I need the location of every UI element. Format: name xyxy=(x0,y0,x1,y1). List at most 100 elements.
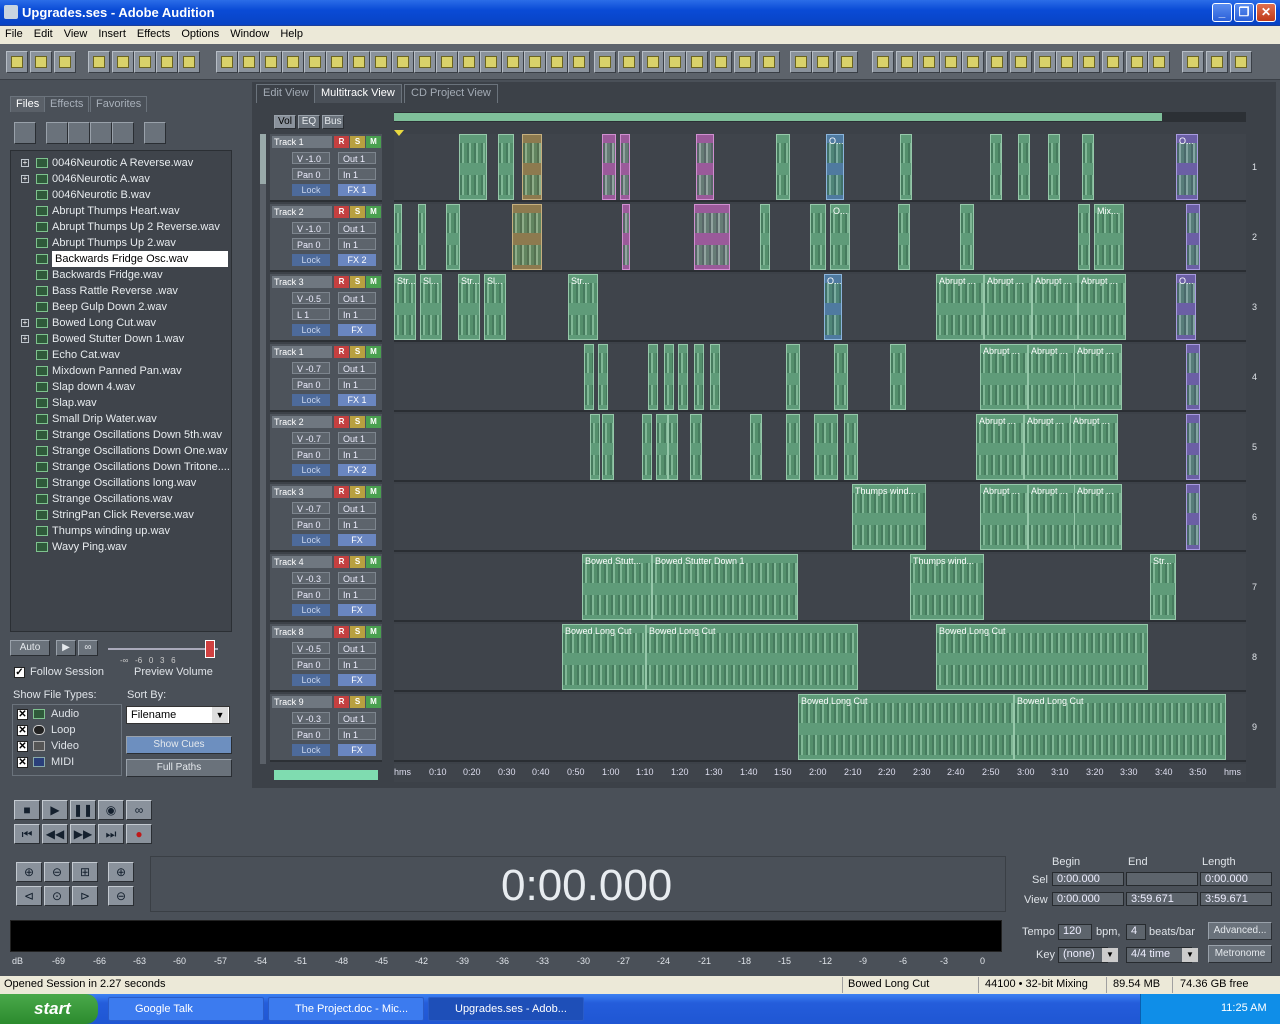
toolbar-button-icon[interactable] xyxy=(642,51,664,73)
horizontal-scroll[interactable] xyxy=(274,770,378,780)
pan-field[interactable]: Pan 0 xyxy=(292,168,330,180)
toolbar-button-icon[interactable] xyxy=(436,51,458,73)
lock-button[interactable]: Lock xyxy=(292,604,330,616)
audio-clip[interactable] xyxy=(522,134,542,200)
toolbar-button-icon[interactable] xyxy=(370,51,392,73)
audio-clip[interactable] xyxy=(786,344,800,410)
output-field[interactable]: Out 1 xyxy=(338,712,376,724)
audio-clip[interactable] xyxy=(602,134,616,200)
view-end-field[interactable]: 3:59.671 xyxy=(1126,892,1198,906)
toolbar-button-icon[interactable] xyxy=(594,51,616,73)
output-field[interactable]: Out 1 xyxy=(338,152,376,164)
toolbar-button-icon[interactable] xyxy=(710,51,732,73)
toolbar-button-icon[interactable] xyxy=(872,51,894,73)
output-field[interactable]: Out 1 xyxy=(338,222,376,234)
toolbar-button-icon[interactable] xyxy=(216,51,238,73)
audio-clip[interactable]: Abrupt ... xyxy=(1028,344,1076,410)
toolbar-button-icon[interactable] xyxy=(734,51,756,73)
list-item[interactable]: Strange Oscillations.wav xyxy=(11,491,231,507)
audio-clip[interactable]: Mix... xyxy=(1094,204,1124,270)
audio-clip[interactable]: Abrupt ... xyxy=(1074,344,1122,410)
lock-button[interactable]: Lock xyxy=(292,324,330,336)
list-item[interactable]: + Bowed Long Cut.wav xyxy=(11,315,231,331)
fx-button[interactable]: FX xyxy=(338,324,376,336)
audio-clip[interactable] xyxy=(446,204,460,270)
stop-icon[interactable]: ■ xyxy=(14,800,40,820)
record-arm-button[interactable]: R xyxy=(334,136,349,148)
chevron-down-icon[interactable]: ▼ xyxy=(1102,948,1118,962)
time-ruler[interactable]: hms 0:10 0:20 0:30 0:40 0:50 1:00 1:10 1:20 1:30 1… xyxy=(394,764,1246,782)
audio-clip[interactable] xyxy=(990,134,1002,200)
go-to-end-icon[interactable]: ⏭ xyxy=(98,824,124,844)
pan-field[interactable]: Pan 0 xyxy=(292,378,330,390)
record-arm-button[interactable]: R xyxy=(334,556,349,568)
output-field[interactable]: Out 1 xyxy=(338,642,376,654)
tab-eq[interactable]: EQ xyxy=(298,115,320,129)
audio-clip[interactable]: Abrupt ... xyxy=(1070,414,1118,480)
record-arm-button[interactable]: R xyxy=(334,486,349,498)
play-from-cursor-icon[interactable]: ◉ xyxy=(98,800,124,820)
maximize-button[interactable]: ❐ xyxy=(1234,3,1254,22)
volume-field[interactable]: V -0.5 xyxy=(292,292,330,304)
toolbar-button-icon[interactable] xyxy=(304,51,326,73)
track-lane[interactable]: Abrupt ... Abrupt ... Abrupt ... xyxy=(394,414,1246,482)
list-item[interactable]: Strange Oscillations Down Tritone.... xyxy=(11,459,231,475)
audio-clip[interactable] xyxy=(690,414,702,480)
audio-clip[interactable] xyxy=(694,204,730,270)
volume-field[interactable]: V -0.3 xyxy=(292,572,330,584)
toolbar-button-icon[interactable] xyxy=(664,51,686,73)
track-name-field[interactable]: Track 1 xyxy=(272,346,332,358)
list-item[interactable]: Thumps winding up.wav xyxy=(11,523,231,539)
record-icon[interactable]: ● xyxy=(126,824,152,844)
midi-checkbox[interactable]: ✕ xyxy=(17,757,28,768)
track-name-field[interactable]: Track 4 xyxy=(272,556,332,568)
audio-clip[interactable]: O... xyxy=(1176,274,1196,340)
solo-button[interactable]: S xyxy=(350,416,365,428)
list-item[interactable]: +0046Neurotic A Reverse.wav xyxy=(11,155,231,171)
expand-icon[interactable]: + xyxy=(21,175,29,183)
zoom-out-vertical-icon[interactable]: ⊖ xyxy=(108,886,134,906)
menu-view[interactable]: View xyxy=(59,26,94,40)
input-field[interactable]: In 1 xyxy=(338,658,376,670)
input-field[interactable]: In 1 xyxy=(338,238,376,250)
play-icon[interactable]: ▶ xyxy=(42,800,68,820)
tab-effects[interactable]: Effects xyxy=(44,96,90,112)
app-icon[interactable] xyxy=(4,5,18,19)
volume-field[interactable]: V -0.7 xyxy=(292,432,330,444)
lock-button[interactable]: Lock xyxy=(292,184,330,196)
mute-button[interactable]: M xyxy=(366,696,381,708)
lock-button[interactable]: Lock xyxy=(292,534,330,546)
toolbar-button-icon[interactable] xyxy=(1148,51,1170,73)
input-field[interactable]: In 1 xyxy=(338,168,376,180)
track-name-field[interactable]: Track 8 xyxy=(272,626,332,638)
audio-clip[interactable]: Abrupt ... xyxy=(980,344,1028,410)
solo-button[interactable]: S xyxy=(350,206,365,218)
menu-file[interactable]: File xyxy=(0,26,29,40)
fx-button[interactable]: FX 1 xyxy=(338,394,376,406)
list-item[interactable]: Bass Rattle Reverse .wav xyxy=(11,283,231,299)
list-item[interactable]: 0046Neurotic B.wav xyxy=(11,187,231,203)
audio-clip[interactable] xyxy=(960,204,974,270)
track-lane[interactable]: O... Mix... xyxy=(394,204,1246,272)
audio-clip[interactable] xyxy=(512,204,542,270)
mute-button[interactable]: M xyxy=(366,346,381,358)
loop-preview-icon[interactable]: ∞ xyxy=(78,640,98,656)
track-lane[interactable]: Str... Sl... Str... Sl... Str... O... Abrupt .… xyxy=(394,274,1246,342)
output-field[interactable]: Out 1 xyxy=(338,432,376,444)
metronome-button[interactable]: Metronome xyxy=(1208,945,1272,963)
insert-icon[interactable] xyxy=(90,122,112,144)
list-item[interactable]: Abrupt Thumps Heart.wav xyxy=(11,203,231,219)
toolbar-button-icon[interactable] xyxy=(1126,51,1148,73)
edit-file-icon[interactable] xyxy=(112,122,134,144)
audio-clip[interactable] xyxy=(498,134,514,200)
audio-clip[interactable]: Bowed Long Cut xyxy=(646,624,858,690)
fx-button[interactable]: FX xyxy=(338,534,376,546)
tab-files[interactable]: Files xyxy=(10,96,46,112)
toolbar-button-icon[interactable] xyxy=(1230,51,1252,73)
audio-clip[interactable] xyxy=(750,414,762,480)
track-scroll-thumb[interactable] xyxy=(260,134,266,184)
zoom-in-vertical-icon[interactable]: ⊕ xyxy=(108,862,134,882)
toolbar-button-icon[interactable] xyxy=(326,51,348,73)
audio-clip[interactable] xyxy=(678,344,688,410)
audio-clip[interactable] xyxy=(710,344,720,410)
